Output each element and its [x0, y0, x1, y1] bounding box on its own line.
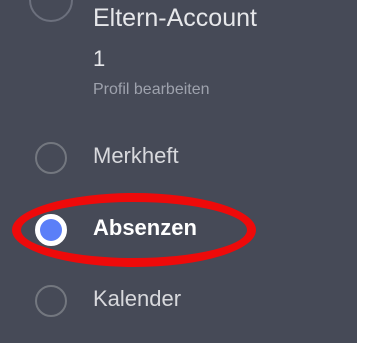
nav-item-kalender[interactable]: Kalender [0, 276, 357, 326]
radio-dot [40, 219, 62, 241]
nav-item-label: Merkheft [93, 143, 179, 168]
nav-item-merkheft[interactable]: Merkheft [0, 133, 357, 183]
nav-item-label: Absenzen [93, 215, 197, 240]
radio-icon[interactable] [35, 142, 67, 174]
nav-item-absenzen[interactable]: Absenzen [0, 205, 357, 255]
avatar-icon[interactable] [29, 0, 73, 22]
radio-selected-icon[interactable] [35, 214, 67, 246]
sidebar-panel: Eltern-Account 1 Profil bearbeiten Merkh… [0, 0, 357, 343]
nav-item-label: Kalender [93, 286, 182, 311]
account-id: 1 [93, 46, 106, 71]
edit-profile-link[interactable]: Profil bearbeiten [93, 82, 210, 98]
radio-icon[interactable] [35, 285, 67, 317]
account-name: Eltern-Account [93, 4, 257, 32]
